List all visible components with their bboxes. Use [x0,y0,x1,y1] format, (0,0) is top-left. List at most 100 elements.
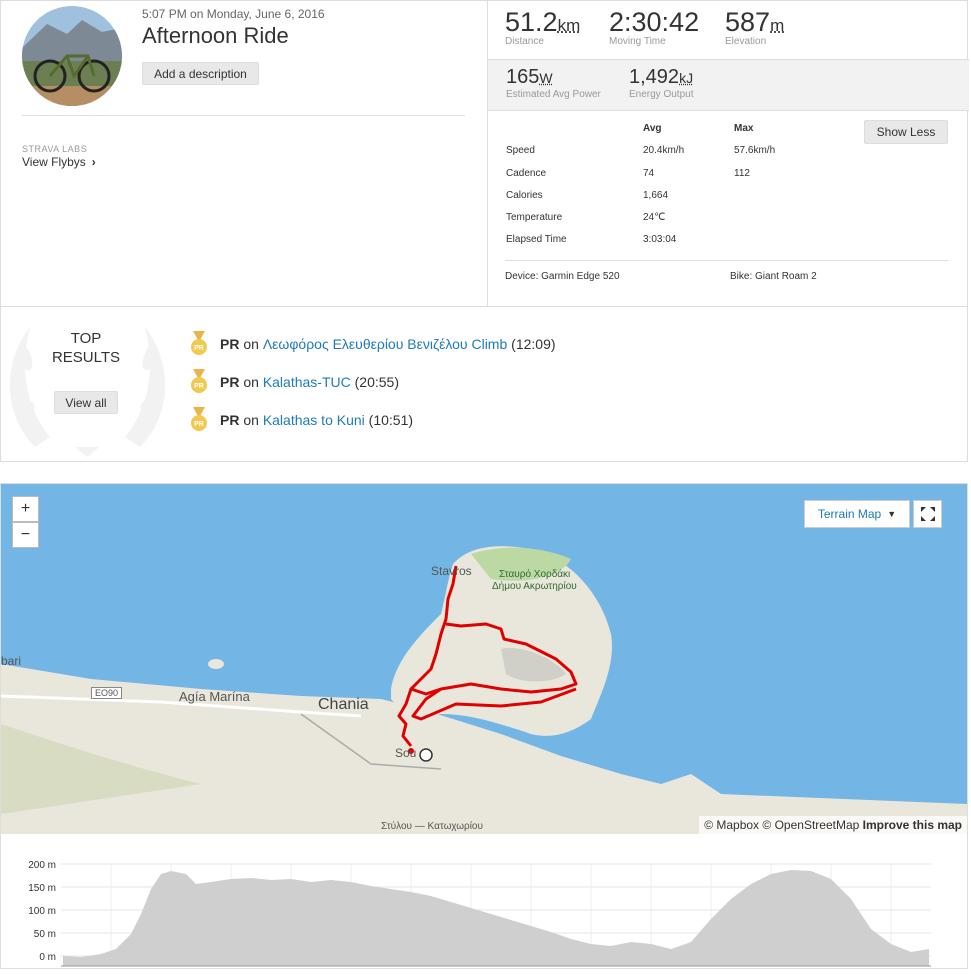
row-avg: 24℃ [643,212,666,223]
stat-unit: km [557,16,581,35]
stat-distance: 51.2km Distance [505,7,580,47]
avg-header: Avg [643,123,662,134]
map-place-label: Δήμου Ακρωτηρίου [492,581,577,592]
map-place-label: Chania [318,696,369,713]
row-label: Elapsed Time [506,234,567,245]
max-header: Max [734,123,754,134]
stat-unit: m [770,16,785,35]
stat-label: Distance [505,36,544,47]
map-place-label: bari [1,654,22,668]
map-place-label: Stavros [431,564,472,578]
map-place-label: Sou [395,746,417,760]
y-tick-label: 0 m [39,952,56,963]
list-item: PR PR on Λεωφόρος Ελευθερίου Βενιζέλου C… [190,331,556,357]
on-text: on [243,336,259,352]
row-avg: 1,664 [643,190,669,201]
segment-link[interactable]: Kalathas to Kuni [263,412,365,428]
top-results: TOP RESULTS View all PR PR on Λεωφόρος Ε… [1,306,967,462]
osm-link[interactable]: © OpenStreetMap [762,818,859,832]
pr-medal-icon: PR [191,331,207,355]
svg-text:PR: PR [194,421,204,428]
pr-medal-icon: PR [191,369,207,393]
map-canvas [1,484,967,834]
road-shield: EO90 [91,687,123,699]
y-tick-label: 50 m [34,929,56,940]
divider [505,260,948,261]
map-place-label: Agía Marína [179,689,250,704]
chevron-right-icon: › [91,155,96,169]
stat-moving-time: 2:30:42 Moving Time [609,7,699,47]
view-flybys-link[interactable]: View Flybys › [22,155,96,169]
primary-stats: 51.2km Distance 2:30:42 Moving Time 587m… [488,1,969,58]
elevation-area [63,870,929,966]
stat-label: Energy Output [629,89,694,100]
stat-label: Moving Time [609,36,666,47]
zoom-in-button[interactable]: + [12,496,39,522]
view-all-button[interactable]: View all [54,391,118,414]
map-place-label: Σταυρό Χορδάκι [499,569,571,580]
elevation-profile: 200 m 150 m 100 m 50 m 0 m [1,844,967,970]
row-max: 57.6km/h [734,145,776,156]
map-attribution: © Mapbox © OpenStreetMap Improve this ma… [699,816,967,834]
show-less-button[interactable]: Show Less [864,120,948,144]
row-avg: 20.4km/h [643,145,685,156]
activity-title: Afternoon Ride [142,23,289,48]
row-label: Cadence [506,168,547,179]
pr-badge: PR [220,374,240,390]
segment-time: (10:51) [368,412,414,428]
stat-energy-output: 1,492kJ Energy Output [629,66,693,100]
svg-text:PR: PR [194,345,204,352]
elevation-chart: 200 m 150 m 100 m 50 m 0 m [28,860,931,967]
route-map[interactable]: Stavros Σταυρό Χορδάκι Δήμου Ακρωτηρίου … [1,484,967,834]
activity-date: 5:07 PM on Monday, June 6, 2016 [142,7,325,21]
stat-value: 165 [506,66,540,88]
map-place-label: Στύλου — Κατωχωρίου [381,821,483,832]
row-label: Speed [506,145,535,156]
row-label: Calories [506,190,543,201]
stat-value: 1,492 [629,66,680,88]
segment-link[interactable]: Kalathas-TUC [263,374,351,390]
improve-map-link[interactable]: Improve this map [863,818,962,832]
stat-avg-power: 165W Estimated Avg Power [506,66,601,100]
stat-value: 51.2 [505,7,558,37]
secondary-stats: 165W Estimated Avg Power 1,492kJ Energy … [488,59,969,111]
segment-link[interactable]: Λεωφόρος Ελευθερίου Βενιζέλου Climb [263,336,507,352]
expand-icon [920,507,935,521]
pr-medal-icon: PR [191,407,207,431]
top-results-title-line2: RESULTS [51,349,121,366]
stat-label: Estimated Avg Power [506,89,601,100]
mapbox-link[interactable]: © Mapbox [704,818,759,832]
stat-unit: W [539,70,553,86]
y-tick-label: 150 m [28,883,56,894]
row-avg: 74 [643,168,655,179]
list-item: PR PR on Kalathas-TUC (20:55) [190,369,399,395]
stat-elevation: 587m Elevation [725,7,784,47]
on-text: on [243,412,259,428]
finish-flag-icon [419,748,433,762]
fullscreen-button[interactable] [913,500,942,528]
segment-time: (20:55) [354,374,399,390]
map-type-dropdown[interactable]: Terrain Map ▼ [804,500,910,528]
activity-photo[interactable] [22,6,122,106]
zoom-out-button[interactable]: − [12,522,39,548]
list-item: PR PR on Kalathas to Kuni (10:51) [190,407,413,433]
pr-badge: PR [220,412,240,428]
view-flybys-label: View Flybys [22,155,86,169]
stat-label: Elevation [725,36,767,47]
activity-header: 5:07 PM on Monday, June 6, 2016 Afternoo… [1,1,487,306]
caret-down-icon: ▼ [887,509,897,519]
stat-value: 587 [725,7,771,37]
map-card: Stavros Σταυρό Χορδάκι Δήμου Ακρωτηρίου … [0,483,968,969]
divider [22,115,465,116]
map-type-label: Terrain Map [817,507,882,521]
stat-value: 2:30:42 [609,7,700,37]
bike-info: Bike: Giant Roam 2 [730,271,817,282]
svg-text:PR: PR [194,383,204,390]
top-results-title-line1: TOP [70,330,102,347]
on-text: on [243,374,259,390]
row-max: 112 [734,168,750,179]
device-info: Device: Garmin Edge 520 [505,271,620,282]
add-description-button[interactable]: Add a description [142,62,259,85]
pr-badge: PR [220,336,240,352]
stat-unit: kJ [679,70,694,86]
